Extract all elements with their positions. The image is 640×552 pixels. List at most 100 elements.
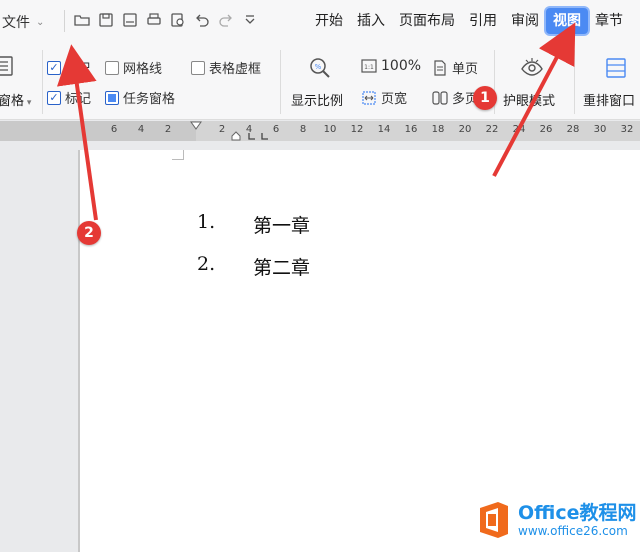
check-icon: ✓: [47, 60, 61, 75]
list-number: 2.: [197, 253, 216, 275]
ruler-tick: 28: [566, 124, 580, 135]
export-pdf-icon[interactable]: [122, 12, 138, 28]
single-page-label: 单页: [452, 62, 479, 77]
ruler-tick: 6: [272, 124, 280, 135]
quick-access-toolbar: [74, 12, 258, 28]
document-page[interactable]: [80, 150, 640, 552]
multi-page-icon: [432, 90, 448, 106]
ruler-tick: 16: [404, 124, 418, 135]
tab-review[interactable]: 审阅: [504, 8, 546, 34]
hanging-indent-marker[interactable]: [230, 131, 242, 141]
tab-view[interactable]: 视图: [546, 8, 588, 34]
zoom-100-button[interactable]: 1:1 100%: [361, 58, 421, 74]
ruler-tick: 6: [110, 124, 118, 135]
checkbox-box: [105, 60, 119, 75]
divider: [280, 50, 281, 114]
page-width-icon: [361, 90, 377, 106]
open-folder-icon[interactable]: [74, 12, 90, 28]
task-pane-checkbox[interactable]: 任务窗格: [105, 88, 175, 107]
svg-text:1:1: 1:1: [364, 64, 374, 71]
eye-protection-label[interactable]: 护眼模式: [503, 90, 555, 109]
checkbox-box: [191, 60, 205, 75]
navigation-pane-label: 窗格: [0, 94, 25, 109]
print-icon[interactable]: [146, 12, 162, 28]
chevron-down-icon: ⌄: [36, 16, 45, 28]
gridlines-label: 网格线: [123, 62, 163, 77]
divider: [64, 10, 65, 32]
tab-sections[interactable]: 章节: [588, 8, 630, 34]
tab-references[interactable]: 引用: [462, 8, 504, 34]
zoom-label[interactable]: 显示比例: [291, 90, 343, 109]
menu-bar: 文件 ⌄ 开始 插入 页面布局 引用 审阅 视图 章节: [0, 0, 640, 42]
file-menu[interactable]: 文件 ⌄: [2, 12, 44, 32]
ruler-tick: 32: [620, 124, 634, 135]
navigation-pane-button[interactable]: 窗格 ▾: [0, 90, 31, 109]
markup-checkbox[interactable]: ✓ 标记: [47, 88, 91, 107]
list-item[interactable]: 1. 第一章: [197, 211, 310, 238]
page-width-label: 页宽: [381, 92, 408, 107]
table-gridlines-checkbox[interactable]: 表格虚框: [191, 58, 261, 77]
print-preview-icon[interactable]: [170, 12, 186, 28]
ruler-tick: 18: [431, 124, 445, 135]
tab-stop-marker[interactable]: [247, 133, 255, 141]
tab-home[interactable]: 开始: [308, 8, 350, 34]
margin-corner-mark: [172, 150, 184, 160]
undo-icon[interactable]: [194, 12, 210, 28]
ruler-tick: 2: [218, 124, 226, 135]
zoom-icon[interactable]: %: [308, 56, 332, 80]
ribbon-view: 窗格 ▾ ✓ 标尺 网格线 表格虚框 ✓ 标记 任务窗格 % 显示比例 1:1 …: [0, 42, 640, 120]
annotation-badge-1: 1: [473, 86, 497, 110]
customize-dropdown-icon[interactable]: [242, 12, 258, 28]
navigation-pane-icon[interactable]: [0, 54, 16, 78]
single-page-icon: [432, 59, 448, 76]
ruler-tick: 2: [164, 124, 172, 135]
ruler-tick: 8: [299, 124, 307, 135]
save-icon[interactable]: [98, 12, 114, 28]
horizontal-ruler[interactable]: 6 4 2 2 4 6 8 10 12 14 16 18 20 22 24 26…: [0, 121, 640, 141]
single-page-button[interactable]: 单页: [432, 58, 478, 77]
ruler-tick: 4: [137, 124, 145, 135]
file-menu-label: 文件: [2, 15, 30, 31]
watermark: Office教程网 www.office26.com: [476, 500, 637, 540]
chevron-down-icon: ▾: [24, 98, 32, 108]
page-width-button[interactable]: 页宽: [361, 88, 407, 107]
office-logo-icon: [480, 502, 508, 538]
markup-label: 标记: [65, 92, 92, 107]
list-item[interactable]: 2. 第二章: [197, 253, 310, 280]
ruler-tick: 24: [512, 124, 526, 135]
divider: [574, 50, 575, 114]
table-gridlines-label: 表格虚框: [209, 62, 262, 77]
list-number: 1.: [197, 211, 216, 233]
zoom-100-icon: 1:1: [361, 58, 377, 74]
tab-stop-marker[interactable]: [260, 133, 268, 141]
rearrange-window-icon[interactable]: [604, 56, 628, 80]
ruler-tick: 20: [458, 124, 472, 135]
ruler-tick: 12: [350, 124, 364, 135]
ruler-tick: 26: [539, 124, 553, 135]
zoom-100-label: 100%: [381, 58, 422, 74]
svg-text:%: %: [315, 63, 322, 71]
list-text: 第一章: [253, 215, 311, 237]
ribbon-tabs: 开始 插入 页面布局 引用 审阅 视图 章节: [308, 0, 630, 42]
watermark-brand: Office教程网: [518, 502, 637, 524]
annotation-badge-2: 2: [77, 221, 101, 245]
rearrange-window-label[interactable]: 重排窗口: [583, 90, 635, 109]
tab-page-layout[interactable]: 页面布局: [392, 8, 462, 34]
task-pane-label: 任务窗格: [123, 92, 176, 107]
redo-icon[interactable]: [218, 12, 234, 28]
divider: [42, 50, 43, 114]
checkbox-box: [105, 90, 119, 105]
list-text: 第二章: [253, 257, 311, 279]
tab-insert[interactable]: 插入: [350, 8, 392, 34]
ruler-tick: 10: [323, 124, 337, 135]
gridlines-checkbox[interactable]: 网格线: [105, 58, 162, 77]
ruler-tick: 14: [377, 124, 391, 135]
ruler-label: 标尺: [65, 62, 92, 77]
ruler-checkbox[interactable]: ✓ 标尺: [47, 58, 91, 77]
multi-page-button[interactable]: 多页: [432, 88, 478, 107]
check-icon: ✓: [47, 90, 61, 105]
first-line-indent-marker[interactable]: [190, 121, 202, 133]
ruler-tick: 22: [485, 124, 499, 135]
ruler-tick: 30: [593, 124, 607, 135]
eye-protection-icon[interactable]: [520, 56, 544, 80]
